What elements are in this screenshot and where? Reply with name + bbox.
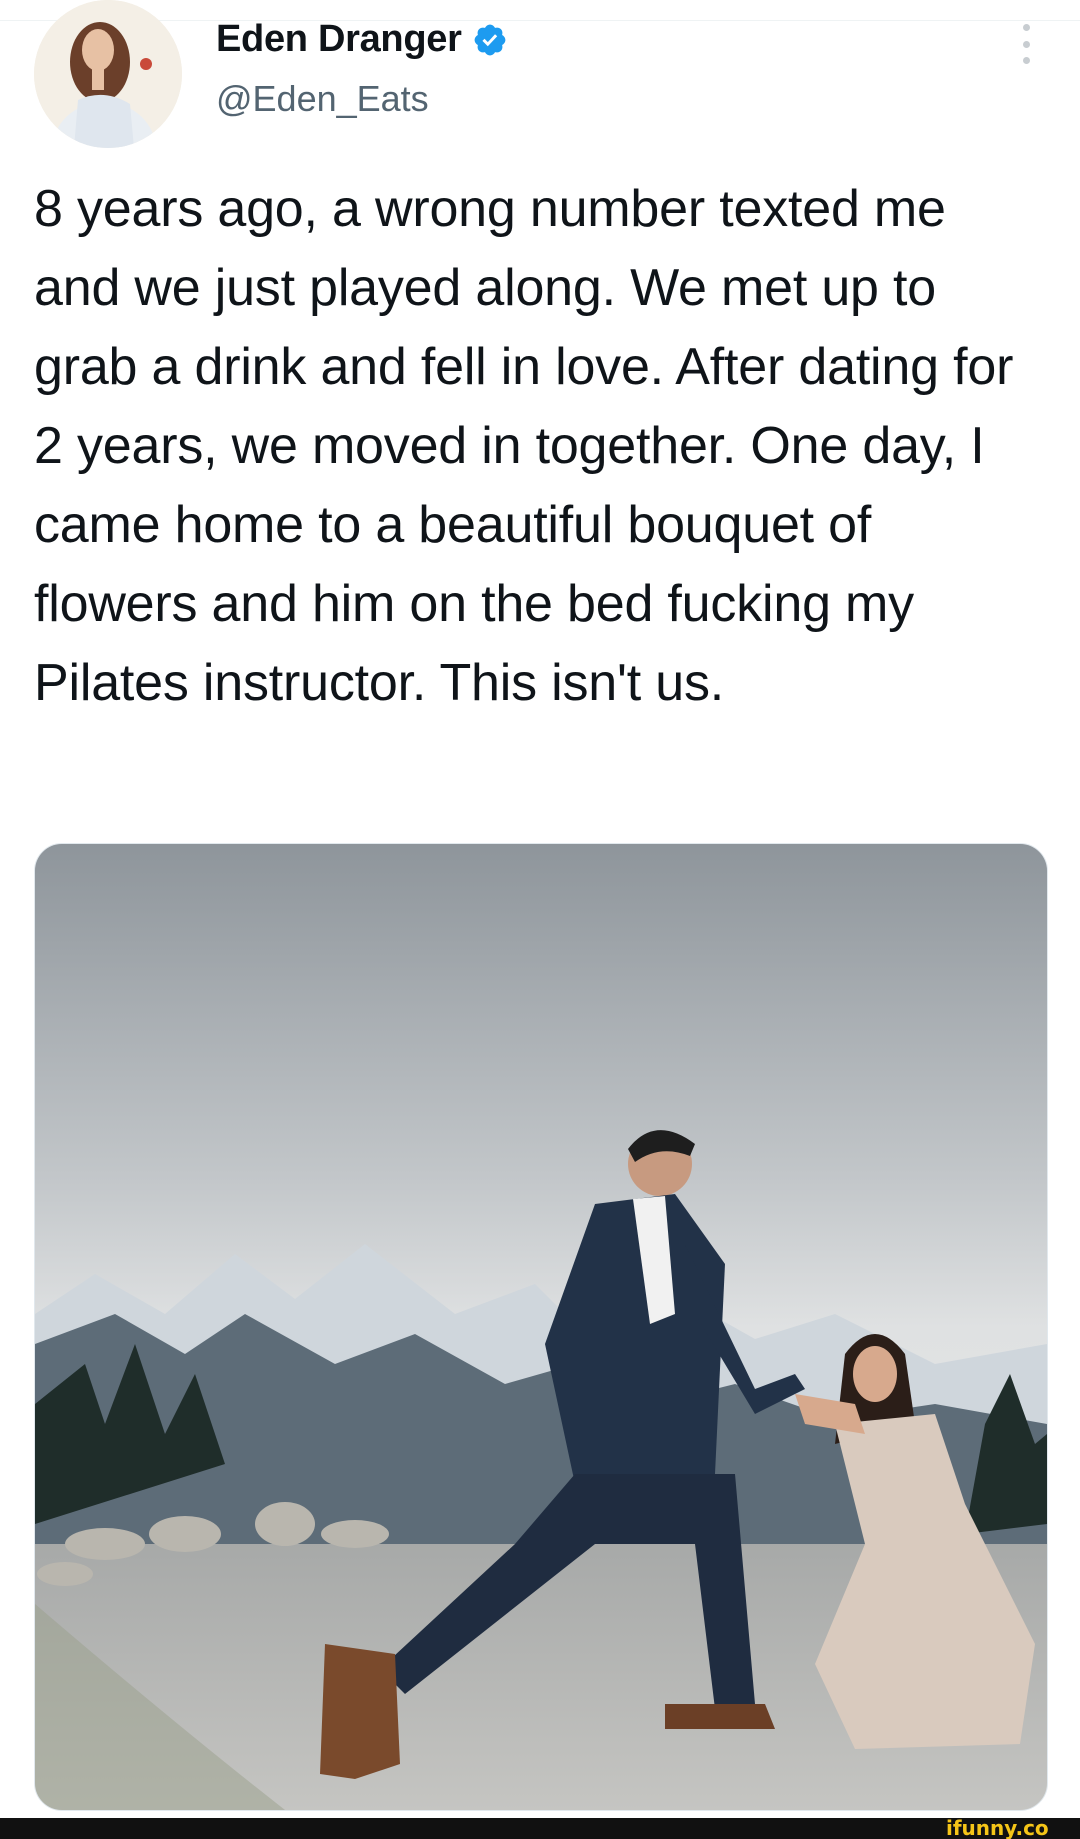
svg-text:ifunny.co: ifunny.co bbox=[946, 1816, 1049, 1839]
author-avatar[interactable] bbox=[34, 0, 182, 148]
avatar-image bbox=[34, 0, 182, 148]
top-divider bbox=[0, 20, 1080, 21]
ifunny-watermark: ifunny.co bbox=[946, 1816, 1049, 1839]
tweet-photo[interactable] bbox=[34, 843, 1048, 1811]
footer-bar bbox=[0, 1818, 1080, 1839]
author-display-name[interactable]: Eden Dranger bbox=[216, 18, 462, 61]
verified-badge-icon bbox=[474, 24, 505, 55]
proposal-photo bbox=[35, 844, 1047, 1810]
tweet-text: 8 years ago, a wrong number texted me an… bbox=[34, 180, 1014, 712]
author-name-row: Eden Dranger bbox=[216, 18, 508, 61]
more-vertical-icon[interactable] bbox=[1016, 24, 1036, 64]
author-handle[interactable]: @Eden_Eats bbox=[216, 78, 429, 120]
